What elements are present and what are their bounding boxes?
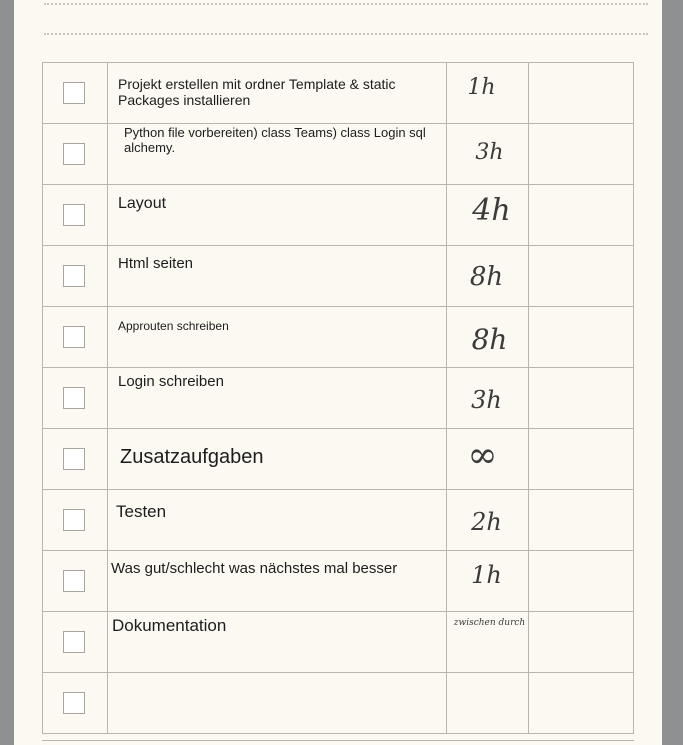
task-label: Layout [118,195,167,212]
table-row [42,672,634,734]
task-label: Html seiten [118,255,194,272]
table-row: Layout 4h [42,184,634,246]
task-label: Zusatzaufgaben [120,446,264,468]
table-row: Zusatzaufgaben ∞ [42,428,634,490]
task-label: Projekt erstellen mit ordner Template & … [118,76,396,108]
checkbox[interactable] [63,265,85,287]
hours-value: 2h [471,508,502,536]
checkbox[interactable] [63,448,85,470]
task-label: Testen [116,502,167,521]
checkbox[interactable] [63,631,85,653]
checkbox[interactable] [63,204,85,226]
hours-value: 3h [471,386,502,414]
table-row: Dokumentation zwischen durch [42,611,634,673]
hours-value: 4h [472,193,511,228]
table-row: Html seiten 8h [42,245,634,307]
table-row: Was gut/schlecht was nächstes mal besser… [42,550,634,612]
task-label: Login schreiben [118,373,224,390]
table-row: Login schreiben 3h [42,367,634,429]
hours-value: 1h [471,561,502,589]
checkbox[interactable] [63,692,85,714]
task-table: Projekt erstellen mit ordner Template & … [42,62,634,734]
table-row: Testen 2h [42,489,634,551]
table-row: Approuten schreiben 8h [42,306,634,368]
checkbox[interactable] [63,570,85,592]
dotted-line [44,33,648,35]
checkbox[interactable] [63,82,85,104]
notebook-page: Projekt erstellen mit ordner Template & … [14,0,662,745]
task-label: Dokumentation [112,616,227,635]
hours-value: 1h [467,75,496,100]
hours-value: zwischen durch [453,618,526,628]
task-label: Approuten schreiben [118,319,229,333]
task-label: Python file vorbereiten) class Teams) cl… [124,125,426,155]
hours-value: 8h [471,323,508,356]
checkbox[interactable] [63,326,85,348]
checkbox[interactable] [63,387,85,409]
table-row: Projekt erstellen mit ordner Template & … [42,62,634,124]
checkbox[interactable] [63,509,85,531]
hours-value: 3h [475,140,504,165]
checkbox[interactable] [63,143,85,165]
dotted-line [44,3,648,5]
hours-value: 8h [469,262,504,292]
table-row: Python file vorbereiten) class Teams) cl… [42,123,634,185]
task-label: Was gut/schlecht was nächstes mal besser [111,560,398,577]
divider [42,740,634,741]
infinity-icon: ∞ [467,435,498,476]
